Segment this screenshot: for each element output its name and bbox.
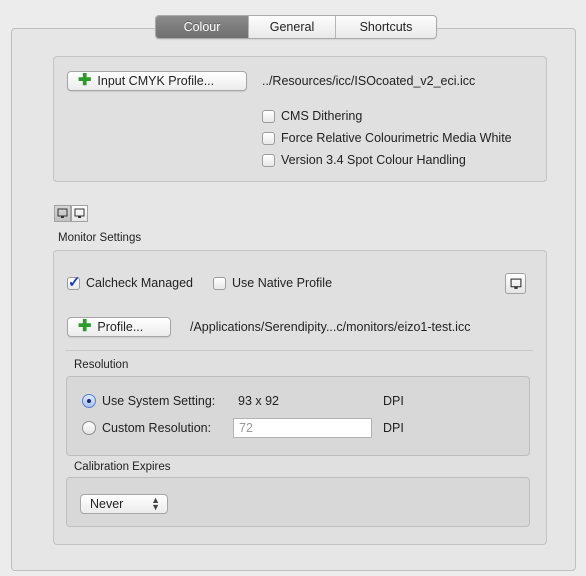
calibration-expires-select[interactable]: Never ▲ ▼ [80,494,168,514]
use-system-setting-label: Use System Setting: [102,394,216,408]
custom-resolution-label: Custom Resolution: [102,421,212,435]
identify-monitor-button[interactable] [505,273,526,294]
checkbox-box [262,153,275,167]
monitor-1-button[interactable] [54,205,71,222]
calcheck-managed-checkbox[interactable]: Calcheck Managed [67,273,194,291]
system-resolution-value: 93 x 92 [238,394,280,408]
plus-icon: ✚ [78,318,92,335]
spot-colour-handling-label: Version 3.4 Spot Colour Handling [281,153,466,167]
calcheck-managed-label: Calcheck Managed [86,276,194,290]
use-native-profile-label: Use Native Profile [232,276,333,290]
tab-shortcuts[interactable]: Shortcuts [336,16,436,38]
resolution-group [66,376,530,456]
monitor-2-button[interactable] [71,205,88,222]
use-native-profile-checkbox[interactable]: Use Native Profile [213,276,332,290]
monitor-profile-label: Profile... [97,320,144,334]
monitor-icon [74,208,85,218]
checkbox-box [67,273,81,291]
checkbox-box [262,109,275,123]
input-cmyk-profile-button[interactable]: ✚ Input CMYK Profile... [67,71,247,91]
cms-dithering-checkbox[interactable]: CMS Dithering [262,109,362,123]
checkbox-box [213,276,226,290]
monitor-icon [510,278,521,289]
checkbox-box [262,131,275,145]
divider [65,350,533,351]
use-system-setting-radio[interactable]: Use System Setting: [82,394,215,408]
tab-general[interactable]: General [249,16,336,38]
tab-colour[interactable]: Colour [156,16,249,38]
force-relative-colourimetric-checkbox[interactable]: Force Relative Colourimetric Media White [262,131,512,145]
monitor-settings-label: Monitor Settings [58,232,142,244]
monitor-icon [57,208,68,218]
chevron-up-down-icon: ▲ ▼ [151,495,160,512]
spot-colour-handling-checkbox[interactable]: Version 3.4 Spot Colour Handling [262,153,466,167]
plus-icon: ✚ [78,72,92,89]
cms-dithering-label: CMS Dithering [281,109,363,123]
calibration-expires-label: Calibration Expires [74,461,171,473]
force-relative-colourimetric-label: Force Relative Colourimetric Media White [281,131,512,145]
input-cmyk-profile-label: Input CMYK Profile... [97,74,215,88]
radio-circle [82,394,96,408]
monitor-profile-button[interactable]: ✚ Profile... [67,317,171,337]
calibration-expires-value: Never [90,497,124,511]
tab-bar: Colour General Shortcuts [155,15,437,39]
monitor-profile-path: /Applications/Serendipity...c/monitors/e… [190,320,471,334]
radio-circle [82,421,96,435]
resolution-label: Resolution [74,359,129,371]
custom-resolution-input[interactable]: 72 [233,418,372,438]
input-cmyk-profile-path: ../Resources/icc/ISOcoated_v2_eci.icc [262,74,476,88]
custom-resolution-unit: DPI [383,421,404,435]
system-resolution-unit: DPI [383,394,404,408]
custom-resolution-radio[interactable]: Custom Resolution: [82,421,211,435]
